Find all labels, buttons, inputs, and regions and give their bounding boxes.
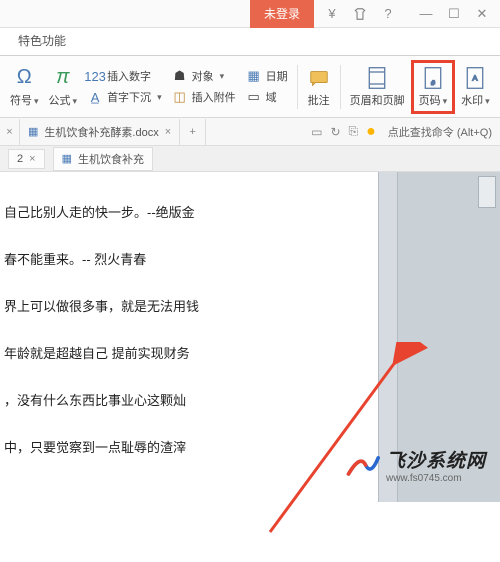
dropcap-label: 首字下沉 xyxy=(107,89,151,105)
watermark-url: www.fs0745.com xyxy=(386,473,486,484)
spacer xyxy=(402,0,412,28)
object-icon: ☗ xyxy=(172,68,188,84)
insert-number-label: 插入数字 xyxy=(107,68,151,84)
object-button[interactable]: ☗ 对象 ▾ xyxy=(168,66,240,86)
document-tabs: × ▦ 生机饮食补充酵素.docx × + ▭ ↻ ⎘ ● 点此查找命令 (Al… xyxy=(0,118,500,146)
bullet-icon: ● xyxy=(366,123,380,141)
ribbon: Ω 符号▾ π 公式▾ 123 插入数字 A̲ 首字下沉▾ ☗ 对象▾ ◫ 插入… xyxy=(0,56,500,118)
attachment-button[interactable]: ◫ 插入附件 xyxy=(168,87,240,107)
date-label: 日期 xyxy=(266,68,288,84)
titlebar: 未登录 ¥ ? — ☐ ✕ xyxy=(0,0,500,28)
field-label: 域 xyxy=(266,89,277,105)
header-footer-label: 页眉和页脚 xyxy=(350,92,405,108)
text-line: ，没有什么东西比事业心这颗灿 xyxy=(4,390,374,409)
date-group: ▦ 日期 ▭ 域 xyxy=(242,66,292,107)
chevron-down-icon: ▾ xyxy=(220,71,225,82)
date-button[interactable]: ▦ 日期 xyxy=(242,66,292,86)
close-window-icon[interactable]: ✕ xyxy=(468,0,496,28)
doc-tab-close-prev[interactable]: × xyxy=(0,119,20,145)
calendar-icon: ▦ xyxy=(246,68,262,84)
object-group: ☗ 对象 ▾ ◫ 插入附件 xyxy=(168,66,240,107)
doc-tab-right-tools: ▭ ↻ ⎘ ● 点此查找命令 (Alt+Q) xyxy=(311,123,500,141)
close-icon[interactable]: × xyxy=(29,153,35,165)
word-doc-icon: ▦ xyxy=(28,125,38,138)
page-number-icon: # xyxy=(421,66,445,90)
close-icon: × xyxy=(6,126,12,138)
header-footer-button[interactable]: 页眉和页脚 xyxy=(346,64,409,110)
minimize-icon[interactable]: — xyxy=(412,0,440,28)
tool-icon-2[interactable]: ↻ xyxy=(330,125,340,139)
symbol-button[interactable]: Ω 符号▾ xyxy=(6,64,43,110)
watermark-button[interactable]: A 水印▾ xyxy=(457,64,494,110)
sec-tab-b[interactable]: ▦ 生机饮食补充 xyxy=(53,147,153,171)
document-area[interactable]: 自己比别人走的快一步。--绝版金 春不能重来。-- 烈火青春 界上可以做很多事，… xyxy=(0,172,378,502)
text-line: 春不能重来。-- 烈火青春 xyxy=(4,249,374,268)
close-icon[interactable]: × xyxy=(165,126,171,138)
symbol-label: 符号 xyxy=(10,95,32,107)
login-badge[interactable]: 未登录 xyxy=(250,0,314,28)
watermark-label: 水印 xyxy=(461,95,483,107)
divider xyxy=(297,65,298,109)
chevron-down-icon: ▾ xyxy=(34,96,39,106)
chevron-down-icon: ▾ xyxy=(157,92,162,103)
maximize-icon[interactable]: ☐ xyxy=(440,0,468,28)
text-line: 界上可以做很多事，就是无法用钱 xyxy=(4,296,374,315)
number-group: 123 插入数字 A̲ 首字下沉 ▾ xyxy=(83,66,166,107)
tshirt-icon[interactable] xyxy=(346,0,374,28)
sec-tab-a[interactable]: 2 × xyxy=(8,149,45,169)
titlebar-controls: ¥ ? — ☐ ✕ xyxy=(314,0,500,28)
page-number-label: 页码 xyxy=(419,95,441,107)
omega-icon: Ω xyxy=(12,66,36,90)
header-footer-icon xyxy=(365,66,389,90)
doc-tab-name: 生机饮食补充酵素.docx xyxy=(44,124,158,140)
highlight-annotation: # 页码▾ xyxy=(411,60,456,114)
field-button[interactable]: ▭ 域 xyxy=(242,87,292,107)
menu-tabstrip: 特色功能 xyxy=(0,28,500,56)
tab-special-features[interactable]: 特色功能 xyxy=(8,26,76,55)
attachment-icon: ◫ xyxy=(172,89,188,105)
tool-icon-1[interactable]: ▭ xyxy=(311,125,322,139)
formula-label: 公式 xyxy=(49,95,71,107)
attachment-label: 插入附件 xyxy=(192,89,236,105)
divider xyxy=(340,65,341,109)
text-line: 中，只要觉察到一点耻辱的渣滓 xyxy=(4,437,374,456)
dropcap-icon: A̲ xyxy=(87,89,103,105)
text-line: 年龄就是超越自己 提前实现财务 xyxy=(4,343,374,362)
field-icon: ▭ xyxy=(246,89,262,105)
pi-icon: π xyxy=(51,66,75,90)
formula-button[interactable]: π 公式▾ xyxy=(45,64,82,110)
insert-number-button[interactable]: 123 插入数字 xyxy=(83,66,166,86)
help-icon[interactable]: ? xyxy=(374,0,402,28)
tool-icon-3[interactable]: ⎘ xyxy=(349,124,359,139)
sec-tab-b-label: 生机饮食补充 xyxy=(78,151,144,167)
comment-button[interactable]: 批注 xyxy=(303,64,335,110)
logo-icon xyxy=(344,447,380,483)
secondary-tabs: 2 × ▦ 生机饮食补充 xyxy=(0,146,500,172)
text-line: 自己比别人走的快一步。--绝版金 xyxy=(4,202,374,221)
svg-text:#: # xyxy=(431,79,435,86)
chevron-down-icon: ▾ xyxy=(443,96,448,106)
watermark-icon: A xyxy=(463,66,487,90)
number-icon: 123 xyxy=(87,68,103,84)
doc-tab-active[interactable]: ▦ 生机饮食补充酵素.docx × xyxy=(20,119,180,145)
add-tab-button[interactable]: + xyxy=(180,119,206,145)
page-number-button[interactable]: # 页码▾ xyxy=(415,64,452,110)
object-label: 对象 xyxy=(192,68,214,84)
site-watermark: 飞沙系统网 www.fs0745.com xyxy=(344,446,486,484)
chevron-down-icon: ▾ xyxy=(73,96,78,106)
dropcap-button[interactable]: A̲ 首字下沉 ▾ xyxy=(83,87,166,107)
watermark-text: 飞沙系统网 www.fs0745.com xyxy=(386,446,486,484)
svg-text:A: A xyxy=(473,73,479,82)
word-doc-icon: ▦ xyxy=(62,152,72,165)
comment-label: 批注 xyxy=(308,92,330,108)
command-search[interactable]: 点此查找命令 (Alt+Q) xyxy=(388,124,492,140)
yen-icon[interactable]: ¥ xyxy=(318,0,346,28)
minimap-toggle[interactable] xyxy=(478,176,496,208)
watermark-title: 飞沙系统网 xyxy=(386,446,486,473)
sec-tab-a-label: 2 xyxy=(17,153,23,165)
chevron-down-icon: ▾ xyxy=(485,96,490,106)
comment-icon xyxy=(307,66,331,90)
